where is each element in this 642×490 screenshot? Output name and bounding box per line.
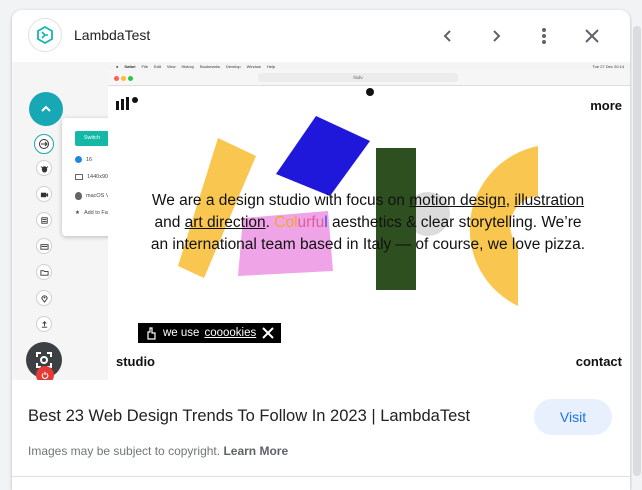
minimize-window-button[interactable] bbox=[121, 76, 126, 81]
preview-header: LambdaTest bbox=[12, 10, 630, 62]
menubar-clock: Tue 27 Dec 20:14 bbox=[592, 63, 624, 69]
close-window-button[interactable] bbox=[114, 76, 119, 81]
geolocation-button[interactable] bbox=[36, 290, 52, 306]
close-icon bbox=[585, 29, 599, 43]
divider bbox=[12, 476, 630, 477]
location-pin-icon bbox=[40, 294, 48, 303]
illustration-link[interactable]: illustration bbox=[514, 192, 584, 209]
monitor-icon bbox=[75, 174, 83, 180]
resolution-row: 1440x900 bbox=[75, 174, 111, 180]
record-video-button[interactable] bbox=[36, 186, 52, 202]
image-title-link[interactable]: Best 23 Web Design Trends To Follow In 2… bbox=[28, 407, 470, 426]
menu-item[interactable]: Help bbox=[267, 64, 275, 69]
video-icon bbox=[40, 192, 48, 197]
folder-icon bbox=[39, 269, 49, 276]
apple-icon bbox=[75, 192, 82, 200]
collapse-toolbar-button[interactable] bbox=[29, 92, 63, 126]
more-vert-icon bbox=[542, 28, 546, 44]
page-scrollbar[interactable] bbox=[632, 0, 642, 490]
lambdatest-logo-icon bbox=[37, 25, 53, 45]
bug-icon bbox=[40, 165, 48, 173]
studio-link[interactable]: studio bbox=[116, 354, 155, 369]
menu-item[interactable]: File bbox=[142, 64, 148, 69]
contact-link[interactable]: contact bbox=[576, 354, 622, 369]
image-preview[interactable]: Switch 16 1440x900 macOS Ventura ★ Add t… bbox=[12, 62, 630, 380]
scrollbar-thumb[interactable] bbox=[633, 26, 641, 476]
site-name[interactable]: LambdaTest bbox=[74, 27, 150, 43]
more-options-button[interactable] bbox=[532, 24, 556, 48]
image-preview-card: LambdaTest Switch 16 1440x900 macOS Vent… bbox=[12, 10, 630, 490]
menu-item[interactable]: Develop bbox=[226, 64, 241, 69]
cookie-banner: we use cooookies bbox=[138, 323, 282, 343]
previous-button[interactable] bbox=[436, 24, 460, 48]
zoom-window-button[interactable] bbox=[128, 76, 133, 81]
switch-icon bbox=[39, 139, 49, 149]
hero-text: We are a design studio with focus on mot… bbox=[150, 192, 586, 253]
cookie-text: we use bbox=[163, 327, 200, 339]
motion-design-link[interactable]: motion design bbox=[409, 192, 506, 209]
switch-button[interactable]: Switch bbox=[75, 131, 109, 146]
close-button[interactable] bbox=[580, 24, 604, 48]
safari-icon bbox=[75, 156, 82, 163]
hand-icon bbox=[147, 327, 156, 340]
agency-website: more We are a design studio with focus o… bbox=[108, 86, 630, 380]
menu-item[interactable]: Window bbox=[247, 64, 261, 69]
chevron-left-icon bbox=[443, 30, 451, 42]
cookies-link[interactable]: cooookies bbox=[204, 327, 256, 339]
menu-item[interactable]: View bbox=[167, 64, 176, 69]
chevron-up-icon bbox=[41, 105, 51, 112]
apple-menu-icon: ● bbox=[116, 63, 119, 69]
learn-more-link[interactable]: Learn More bbox=[223, 444, 288, 458]
switch-browser-button[interactable] bbox=[34, 134, 54, 154]
keyboard-icon bbox=[39, 243, 49, 250]
upload-icon bbox=[41, 320, 47, 328]
address-bar[interactable]: fisdv bbox=[258, 73, 458, 82]
bug-report-button[interactable] bbox=[36, 160, 52, 176]
device-settings-button[interactable] bbox=[36, 238, 52, 254]
site-favicon[interactable] bbox=[28, 18, 62, 52]
gallery-icon bbox=[40, 216, 48, 224]
menu-item[interactable]: Edit bbox=[154, 64, 161, 69]
screenshot-gallery-button[interactable] bbox=[36, 212, 52, 228]
macos-menubar: ● Safari File Edit View History Bookmark… bbox=[108, 62, 630, 70]
star-icon: ★ bbox=[75, 210, 80, 216]
menu-item[interactable]: Bookmarks bbox=[200, 64, 220, 69]
remote-browser[interactable]: ● Safari File Edit View History Bookmark… bbox=[108, 62, 630, 380]
files-button[interactable] bbox=[36, 264, 52, 280]
art-direction-link[interactable]: art direction bbox=[185, 214, 266, 231]
next-button[interactable] bbox=[484, 24, 508, 48]
lambdatest-sidebar: Switch 16 1440x900 macOS Ventura ★ Add t… bbox=[12, 62, 165, 380]
upload-button[interactable] bbox=[36, 316, 52, 332]
power-icon bbox=[41, 371, 49, 379]
menu-item[interactable]: History bbox=[182, 64, 194, 69]
close-icon[interactable] bbox=[261, 326, 275, 340]
browser-version: 16 bbox=[86, 156, 93, 163]
browser-version-row: 16 bbox=[75, 156, 92, 163]
end-session-button[interactable] bbox=[36, 366, 54, 380]
copyright-notice: Images may be subject to copyright. Lear… bbox=[28, 444, 289, 458]
menu-item[interactable]: Safari bbox=[124, 64, 135, 69]
chevron-right-icon bbox=[493, 30, 501, 42]
visit-button[interactable]: Visit bbox=[534, 399, 612, 435]
